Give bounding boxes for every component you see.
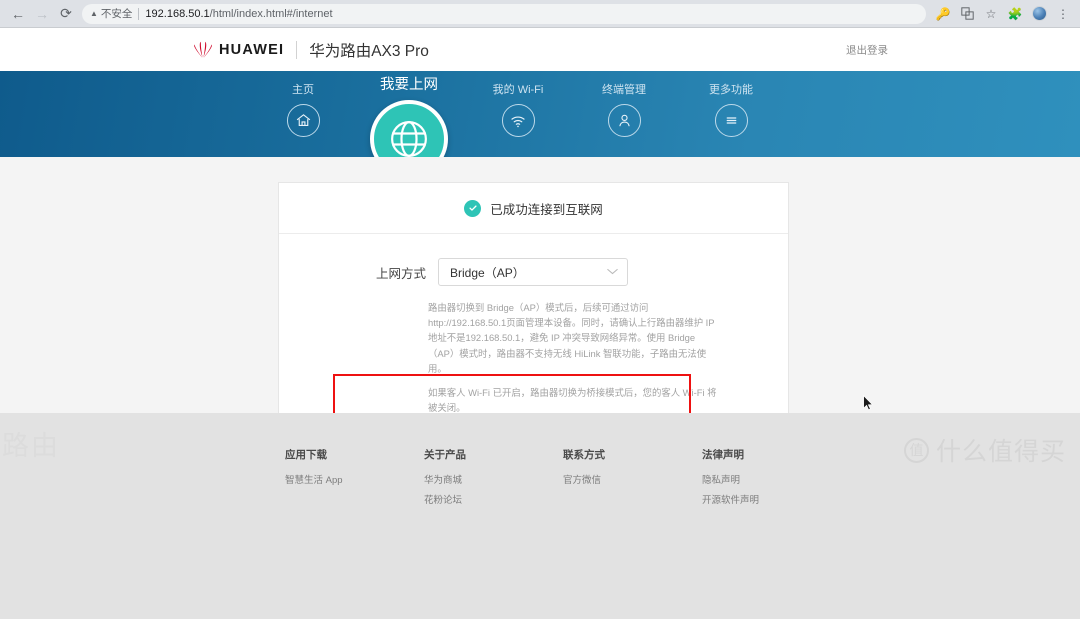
url-host: 192.168.50.1 (145, 7, 210, 20)
forward-arrow-icon[interactable]: → (30, 2, 54, 26)
watermark-left-text: 路由 (2, 431, 60, 461)
header-divider (296, 40, 298, 59)
back-arrow-icon[interactable]: ← (6, 2, 30, 26)
menu-lines-icon (714, 104, 748, 137)
footer-column-apps: 应用下载 智慧生活 App (285, 447, 424, 512)
bookmark-star-icon[interactable]: ☆ (980, 3, 1002, 25)
security-label: 不安全 (100, 8, 133, 20)
connection-status-banner: 已成功连接到互联网 (279, 183, 788, 234)
home-icon (286, 104, 320, 137)
chrome-menu-icon[interactable]: ⋮ (1052, 3, 1074, 25)
mode-description-primary: 路由器切换到 Bridge（AP）模式后，后续可通过访问 http://192.… (428, 302, 715, 374)
mode-description-secondary: 如果客人 Wi-Fi 已开启，路由器切换为桥接模式后，您的客人 Wi-Fi 将被… (428, 387, 717, 414)
nav-label: 更多功能 (709, 84, 753, 96)
nav-item-more-features[interactable]: 更多功能 (686, 81, 776, 137)
router-admin-page: HUAWEI 华为路由AX3 Pro 退出登录 主页 我要上网 我的 Wi-Fi… (0, 28, 1080, 619)
watermark-badge-icon: 值 (903, 437, 929, 463)
nav-label: 我的 Wi-Fi (492, 84, 544, 96)
user-icon (607, 104, 641, 137)
brand-lockup: HUAWEI (192, 41, 284, 59)
footer-columns: 应用下载 智慧生活 App 关于产品 华为商城 花粉论坛 联系方式 官方微信 法… (285, 447, 841, 512)
footer-link[interactable]: 官方微信 (563, 472, 702, 486)
url-path: /html/index.html#/internet (209, 7, 333, 20)
mode-row: 上网方式 Bridge（AP） (279, 258, 788, 286)
site-footer: 路由 应用下载 智慧生活 App 关于产品 华为商城 花粉论坛 联系方式 官方微… (0, 413, 1080, 619)
page-title: 华为路由AX3 Pro (309, 42, 429, 60)
browser-toolbar: ← → ⟳ ▲ 不安全 192.168.50.1 /html/index.htm… (0, 0, 1080, 27)
footer-title: 应用下载 (285, 449, 327, 461)
site-header: HUAWEI 华为路由AX3 Pro 退出登录 (0, 28, 1080, 71)
logout-button[interactable]: 退出登录 (846, 42, 888, 57)
nav-label: 我要上网 (380, 77, 438, 93)
footer-link[interactable]: 智慧生活 App (285, 472, 424, 486)
status-text: 已成功连接到互联网 (490, 202, 603, 217)
nav-item-my-wifi[interactable]: 我的 Wi-Fi (473, 81, 563, 137)
mode-label: 上网方式 (376, 266, 427, 281)
translate-icon[interactable] (956, 3, 978, 25)
nav-label: 主页 (292, 84, 314, 96)
footer-link[interactable]: 华为商城 (424, 472, 563, 486)
footer-link[interactable]: 隐私声明 (702, 472, 841, 486)
footer-title: 联系方式 (563, 449, 605, 461)
nav-item-home[interactable]: 主页 (258, 81, 348, 137)
browser-toolbar-icons: 🔑 ☆ 🧩 ⋮ (932, 3, 1074, 25)
warning-triangle-icon: ▲ (90, 8, 98, 18)
extensions-puzzle-icon[interactable]: 🧩 (1004, 3, 1026, 25)
footer-link[interactable]: 开源软件声明 (702, 492, 841, 506)
footer-column-legal: 法律声明 隐私声明 开源软件声明 (702, 447, 841, 512)
key-icon[interactable]: 🔑 (932, 3, 954, 25)
nav-label: 终端管理 (602, 84, 646, 96)
wifi-icon (501, 104, 535, 137)
main-nav: 主页 我要上网 我的 Wi-Fi 终端管理 更多功能 (0, 71, 1080, 178)
reload-icon[interactable]: ⟳ (54, 2, 78, 26)
address-bar[interactable]: ▲ 不安全 192.168.50.1 /html/index.html#/int… (82, 3, 926, 24)
brand-name: HUAWEI (219, 41, 285, 58)
chevron-down-icon (607, 267, 618, 277)
huawei-flower-logo-icon (194, 41, 212, 58)
footer-link[interactable]: 花粉论坛 (424, 492, 563, 506)
watermark-text: 什么值得买 (935, 438, 1066, 466)
omnibox-divider (138, 7, 140, 20)
mouse-cursor (863, 395, 874, 411)
profile-avatar-icon[interactable] (1028, 3, 1050, 25)
internet-mode-select[interactable]: Bridge（AP） (438, 258, 629, 286)
footer-title: 关于产品 (424, 449, 466, 461)
footer-title: 法律声明 (702, 449, 744, 461)
success-check-icon (464, 199, 482, 217)
footer-column-product: 关于产品 华为商城 花粉论坛 (424, 447, 563, 512)
selected-mode-value: Bridge（AP） (450, 265, 525, 280)
site-watermark: 值 什么值得买 (903, 432, 1066, 468)
nav-item-device-management[interactable]: 终端管理 (579, 81, 669, 137)
footer-column-contact: 联系方式 官方微信 (563, 447, 702, 512)
